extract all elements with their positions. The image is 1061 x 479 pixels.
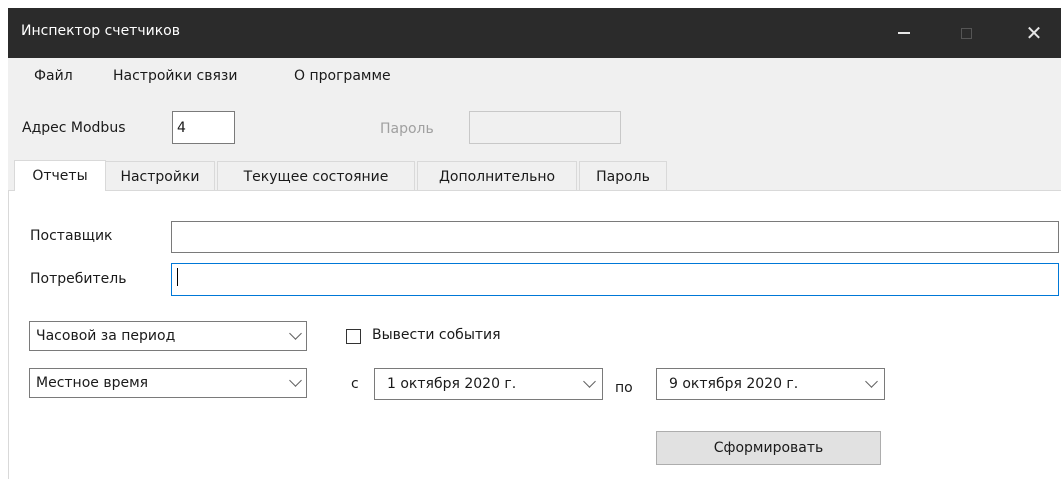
tab-additional[interactable]: Дополнительно — [417, 161, 577, 191]
show-events-checkbox[interactable] — [346, 329, 361, 344]
text-caret — [177, 268, 178, 286]
password-label: Пароль — [380, 121, 434, 137]
window-title: Инспектор счетчиков — [21, 23, 180, 39]
report-type-select[interactable]: Часовой за период — [29, 321, 307, 351]
show-events-label[interactable]: Вывести события — [372, 327, 501, 343]
to-date-label: по — [615, 380, 633, 396]
menu-bar: Файл Настройки связи О программе — [8, 58, 1061, 98]
app-window: Инспектор счетчиков ✕ Файл Настройки свя… — [8, 8, 1061, 479]
report-type-value: Часовой за период — [36, 328, 176, 344]
modbus-address-input[interactable] — [172, 111, 235, 144]
menu-about[interactable]: О программе — [294, 68, 391, 84]
tab-password[interactable]: Пароль — [579, 161, 667, 191]
from-date-value: 1 октября 2020 г. — [387, 376, 517, 392]
supplier-input[interactable] — [171, 221, 1059, 253]
generate-button[interactable]: Сформировать — [656, 431, 881, 465]
tab-current-state[interactable]: Текущее состояние — [217, 161, 415, 191]
menu-file[interactable]: Файл — [34, 68, 73, 84]
supplier-label: Поставщик — [30, 228, 113, 244]
close-icon: ✕ — [1025, 21, 1043, 45]
consumer-label: Потребитель — [30, 271, 127, 287]
minimize-button[interactable] — [881, 8, 927, 58]
tab-settings[interactable]: Настройки — [105, 161, 215, 191]
time-mode-value: Местное время — [36, 375, 149, 391]
close-button[interactable]: ✕ — [1011, 8, 1057, 58]
modbus-address-label: Адрес Modbus — [22, 120, 126, 136]
chevron-down-icon — [289, 374, 302, 387]
menu-connection-settings[interactable]: Настройки связи — [113, 68, 237, 84]
title-bar[interactable]: Инспектор счетчиков ✕ — [8, 8, 1061, 58]
chevron-down-icon — [583, 375, 596, 388]
chevron-down-icon — [289, 327, 302, 340]
consumer-input[interactable] — [171, 263, 1059, 296]
password-input — [469, 111, 621, 144]
tab-reports[interactable]: Отчеты — [14, 160, 106, 191]
tab-strip: Отчеты Настройки Текущее состояние Допол… — [8, 160, 1061, 191]
to-date-picker[interactable]: 9 октября 2020 г. — [656, 368, 885, 400]
maximize-button — [943, 8, 989, 58]
from-date-picker[interactable]: 1 октября 2020 г. — [374, 368, 603, 400]
maximize-icon — [960, 27, 972, 39]
to-date-value: 9 октября 2020 г. — [669, 376, 799, 392]
from-date-label: с — [351, 376, 359, 392]
chevron-down-icon — [865, 375, 878, 388]
minimize-icon — [898, 32, 910, 34]
time-mode-select[interactable]: Местное время — [29, 368, 307, 398]
